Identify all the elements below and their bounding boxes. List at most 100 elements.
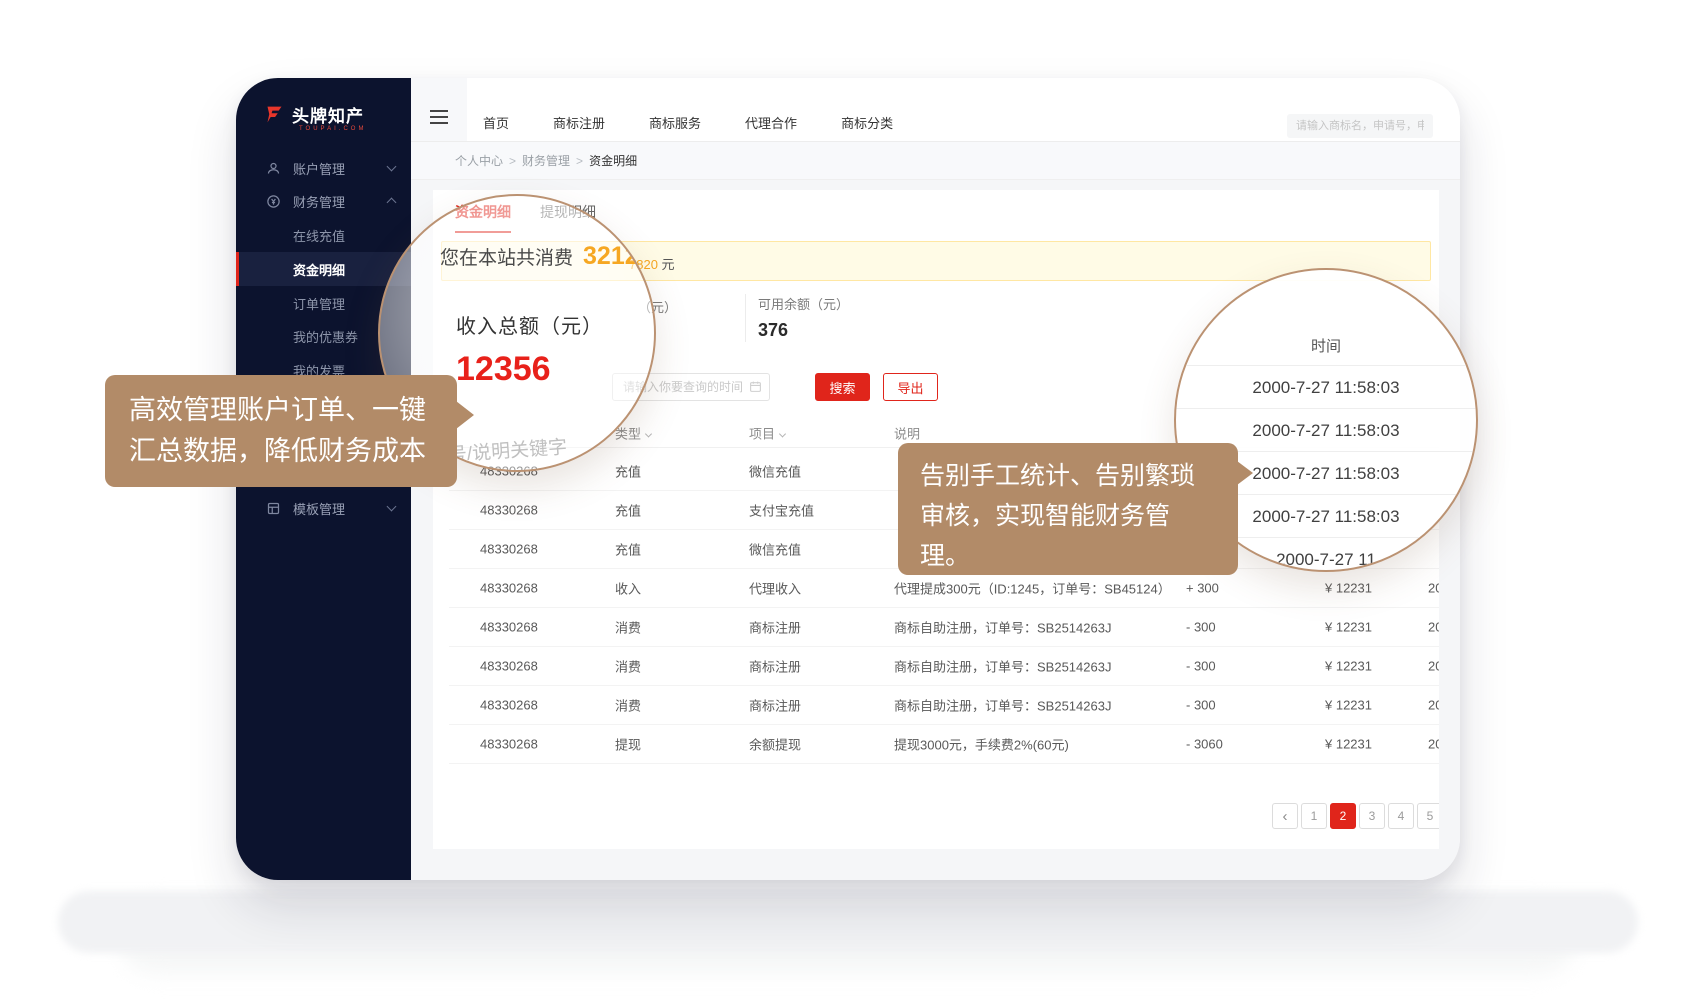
magnified-time-value: 2000-7-27 11:58:03 xyxy=(1176,378,1476,398)
sort-caret-icon xyxy=(645,430,652,437)
cell-time: 2000-7-27 11:58:03 xyxy=(1428,620,1439,635)
magnified-notice-prefix: 您在本站共消费 xyxy=(440,243,573,270)
sidebar-item-template[interactable]: 模板管理 xyxy=(236,491,411,525)
sidebar-item-online-recharge[interactable]: 在线充值 xyxy=(236,218,411,252)
page: 头牌知产 TOUPAI.COM 账户管理 财务管理 在线充值 资金明细 订单管理 xyxy=(0,0,1696,1002)
logo-subtitle: TOUPAI.COM xyxy=(299,126,366,132)
cell-amount: - 300 xyxy=(1186,620,1216,635)
divider xyxy=(1176,365,1476,366)
cell-type: 充值 xyxy=(615,501,641,520)
cell-type: 收入 xyxy=(615,579,641,598)
cell-desc: 商标自助注册，订单号：SB2514263J xyxy=(894,696,1111,715)
cell-order: 48330268 xyxy=(480,737,538,752)
cell-amount: - 300 xyxy=(1186,659,1216,674)
magnified-time-header: 时间 xyxy=(1176,335,1476,356)
cell-project: 微信充值 xyxy=(749,462,801,481)
sidebar-item-label: 资金明细 xyxy=(293,260,345,279)
cell-order: 48330268 xyxy=(480,503,538,518)
balance-stat: 可用余额（元） 376 xyxy=(758,294,849,341)
user-icon xyxy=(266,161,281,176)
breadcrumb-item[interactable]: 财务管理 xyxy=(522,154,570,168)
pagination-page-1[interactable]: 1 xyxy=(1301,803,1327,829)
sidebar-item-label: 财务管理 xyxy=(293,192,345,211)
nav-item-home[interactable]: 首页 xyxy=(483,113,509,132)
pagination-page-4[interactable]: 4 xyxy=(1388,803,1414,829)
pagination-page-5[interactable]: 5 xyxy=(1417,803,1439,829)
magnified-income-stat: 收入总额（元） 12356 xyxy=(456,310,603,389)
export-button[interactable]: 导出 xyxy=(883,373,938,401)
cell-type: 提现 xyxy=(615,735,641,754)
finance-icon xyxy=(266,194,281,209)
table-row: 48330268提现余额提现提现3000元，手续费2%(60元)- 3060¥ … xyxy=(449,725,1439,764)
calendar-icon xyxy=(749,380,762,393)
notice-unit: 元 xyxy=(662,257,675,272)
logo-flag-icon xyxy=(264,104,285,125)
stat-divider xyxy=(745,294,746,342)
pagination-page-2[interactable]: 2 xyxy=(1330,803,1356,829)
cell-order: 48330268 xyxy=(480,542,538,557)
cell-balance: ¥ 12231 xyxy=(1325,737,1372,752)
pagination-prev-button[interactable]: ‹ xyxy=(1272,803,1298,829)
cell-order: 48330268 xyxy=(480,620,538,635)
callout-left: 高效管理账户订单、一键汇总数据，降低财务成本 xyxy=(105,375,457,487)
sidebar-item-label: 订单管理 xyxy=(293,294,345,313)
sort-caret-icon xyxy=(779,430,786,437)
cell-desc: 提现3000元，手续费2%(60元) xyxy=(894,735,1069,754)
search-button[interactable]: 搜索 xyxy=(815,373,870,401)
table-row: 48330268 消费 商标注册 商标自助注册，订单号：SB2514263J - 300… xyxy=(449,608,1439,647)
cell-type: 充值 xyxy=(615,462,641,481)
header-project[interactable]: 项目 xyxy=(749,423,785,442)
cell-time: 2000-7-27 11:58:03 xyxy=(1428,737,1439,752)
cell-desc: 商标自助注册，订单号：SB2514263J xyxy=(894,618,1111,637)
cell-time: 2000-7-27 11:58:03 xyxy=(1428,698,1439,713)
sidebar-item-finance[interactable]: 财务管理 xyxy=(236,184,411,218)
breadcrumb-current: 资金明细 xyxy=(589,154,637,168)
cell-project: 支付宝充值 xyxy=(749,501,814,520)
magnified-time-value: 2000-7-27 11:58:03 xyxy=(1176,421,1476,441)
divider xyxy=(1176,408,1476,409)
topbar: 首页 商标注册 商标服务 代理合作 商标分类 xyxy=(411,78,1460,142)
magnified-income-label: 收入总额（元） xyxy=(456,310,603,339)
breadcrumb-item[interactable]: 个人中心 xyxy=(455,154,503,168)
breadcrumb: 个人中心 > 财务管理 > 资金明细 xyxy=(411,142,1460,180)
magnified-income-value: 12356 xyxy=(456,350,603,389)
cell-order: 48330268 xyxy=(480,698,538,713)
cell-balance: ¥ 12231 xyxy=(1325,698,1372,713)
cell-project: 微信充值 xyxy=(749,540,801,559)
cell-type: 消费 xyxy=(615,657,641,676)
cell-time: 2000-7-27 11:58:03 xyxy=(1428,659,1439,674)
cell-project: 代理收入 xyxy=(749,579,801,598)
logo-title: 头牌知产 xyxy=(292,102,364,127)
nav-item-trademark-category[interactable]: 商标分类 xyxy=(841,113,893,132)
cell-balance: ¥ 12231 xyxy=(1325,620,1372,635)
cell-type: 消费 xyxy=(615,618,641,637)
pagination-page-3[interactable]: 3 xyxy=(1359,803,1385,829)
balance-value: 376 xyxy=(758,320,849,341)
cell-amount: + 300 xyxy=(1186,581,1219,596)
trademark-search-input[interactable] xyxy=(1287,114,1433,138)
cell-project: 商标注册 xyxy=(749,618,801,637)
cell-desc: 代理提成300元（ID:1245，订单号：SB45124） xyxy=(894,579,1171,598)
callout-right: 告别手工统计、告别繁琐审核，实现智能财务管理。 xyxy=(898,443,1238,575)
chevron-up-icon xyxy=(387,198,397,208)
breadcrumb-separator: > xyxy=(576,154,583,168)
magnified-notice: 您在本站共消费 32124 xyxy=(440,242,653,271)
nav-item-agency[interactable]: 代理合作 xyxy=(745,113,797,132)
sidebar-item-label: 我的优惠券 xyxy=(293,327,358,346)
magnified-notice-value: 32124 xyxy=(583,242,653,271)
hamburger-icon xyxy=(430,116,448,118)
nav-item-trademark-register[interactable]: 商标注册 xyxy=(553,113,605,132)
cell-amount: - 3060 xyxy=(1186,737,1223,752)
sidebar-item-label: 模板管理 xyxy=(293,499,345,518)
sidebar-item-account[interactable]: 账户管理 xyxy=(236,151,411,185)
cell-amount: - 300 xyxy=(1186,698,1216,713)
nav-item-trademark-service[interactable]: 商标服务 xyxy=(649,113,701,132)
cell-type: 充值 xyxy=(615,540,641,559)
chevron-down-icon xyxy=(387,162,397,172)
callout-left-text: 高效管理账户订单、一键汇总数据，降低财务成本 xyxy=(129,395,426,466)
sidebar-item-fund-detail[interactable]: 资金明细 xyxy=(236,252,411,286)
menu-toggle-button[interactable] xyxy=(411,78,467,141)
breadcrumb-separator: > xyxy=(509,154,516,168)
chevron-down-icon xyxy=(387,502,397,512)
cell-time: 2000-7-27 11:58:03 xyxy=(1428,581,1439,596)
